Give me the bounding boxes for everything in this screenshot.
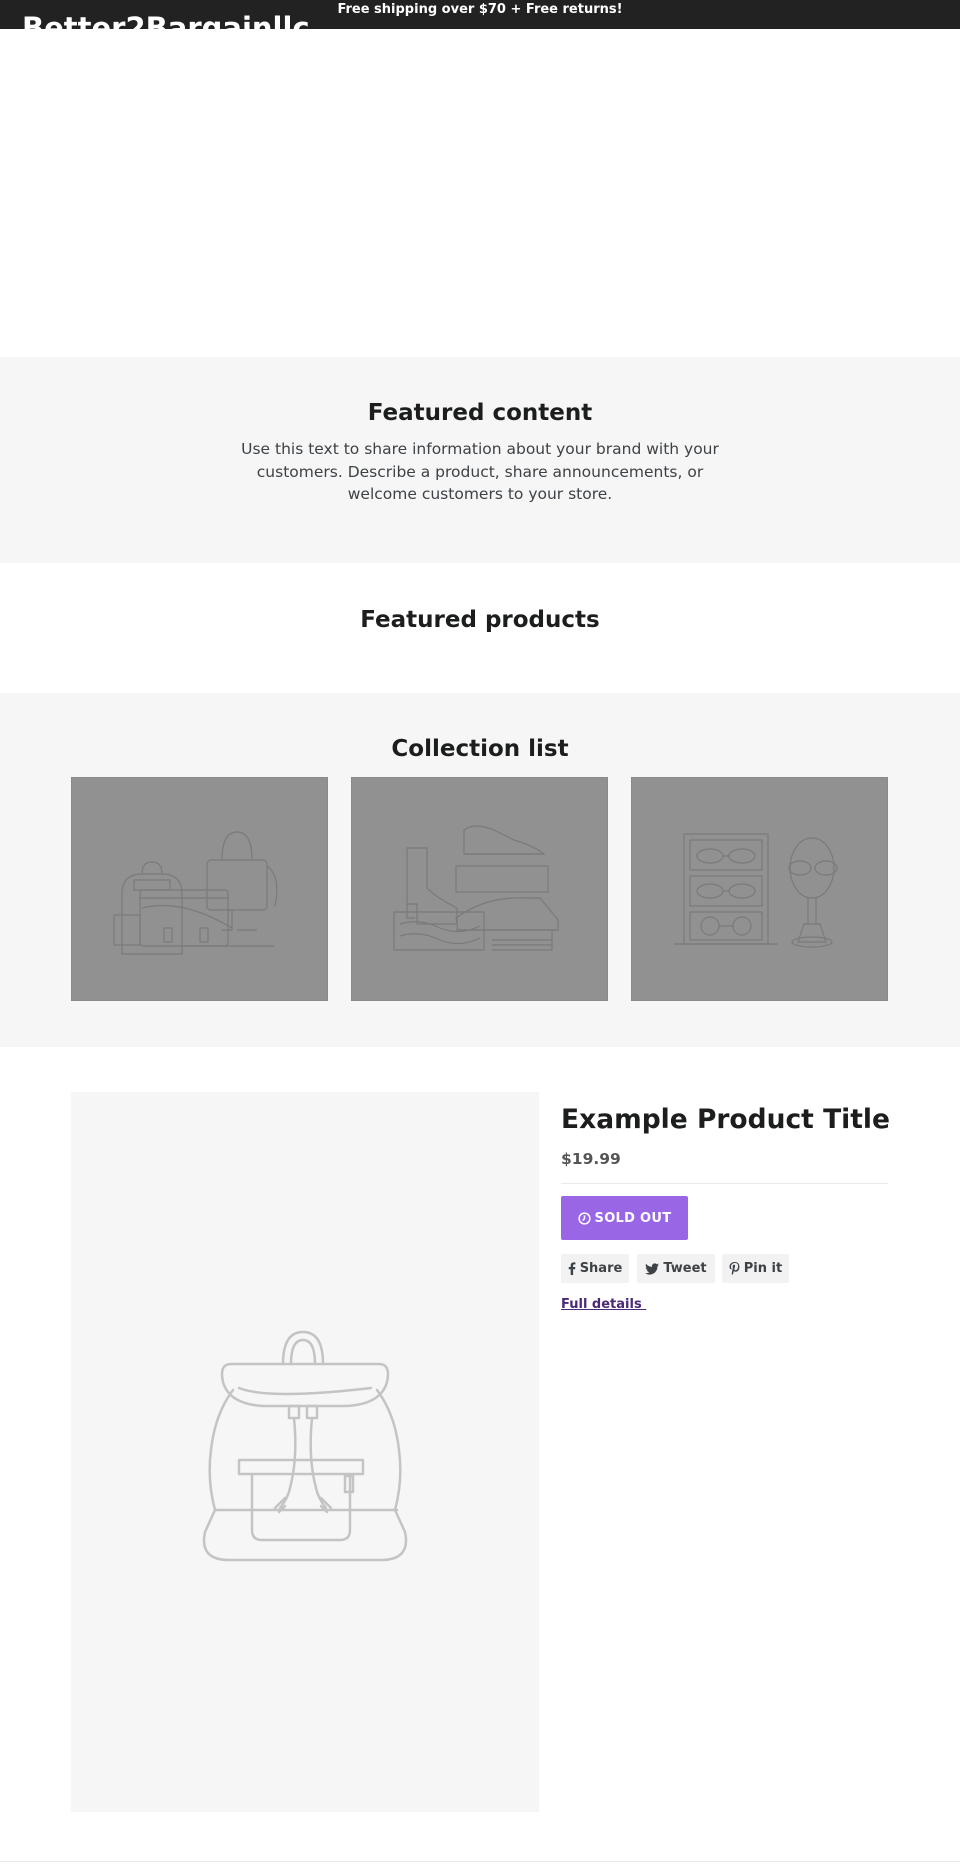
product-price: $19.99: [561, 1150, 621, 1168]
facebook-share-button[interactable]: Share: [561, 1254, 629, 1283]
share-label: Share: [579, 1261, 623, 1276]
featured-content-title: Featured content: [367, 400, 593, 426]
bags-collection-icon: [113, 831, 278, 955]
shoes-collection-icon: [393, 825, 559, 951]
facebook-icon: [568, 1262, 576, 1275]
collection-card-bags[interactable]: [71, 777, 328, 1001]
featured-content-body: Use this text to share information about…: [241, 440, 719, 503]
glasses-collection-icon: [674, 833, 838, 948]
product-title: Example Product Title: [561, 1104, 890, 1135]
pinterest-share-button[interactable]: Pin it: [722, 1254, 789, 1283]
collection-list-section: Collection list: [0, 693, 960, 1047]
featured-products-title: Featured products: [360, 607, 600, 633]
sold-out-label: SOLD OUT: [594, 1210, 672, 1226]
announcement-text: Free shipping over $70 + Free returns!: [337, 2, 623, 17]
sold-out-button[interactable]: SOLD OUT: [561, 1196, 688, 1240]
full-details-link[interactable]: Full details: [561, 1296, 646, 1314]
twitter-share-button[interactable]: Tweet: [637, 1254, 715, 1283]
backpack-icon: [202, 1330, 408, 1562]
footer-divider: [0, 1861, 960, 1862]
clock-icon: [577, 1211, 591, 1225]
collection-card-glasses[interactable]: [631, 777, 888, 1001]
collection-list-title: Collection list: [391, 736, 569, 762]
price-divider: [561, 1183, 888, 1184]
featured-content-section: Featured content Use this text to share …: [0, 357, 960, 563]
collection-card-shoes[interactable]: [351, 777, 608, 1001]
pin-it-label: Pin it: [743, 1261, 783, 1276]
announcement-bar: Better2Bargainllc Free shipping over $70…: [0, 0, 960, 29]
tweet-label: Tweet: [663, 1261, 707, 1276]
pinterest-icon: [729, 1262, 740, 1275]
product-image[interactable]: [71, 1092, 539, 1812]
twitter-icon: [645, 1262, 660, 1275]
